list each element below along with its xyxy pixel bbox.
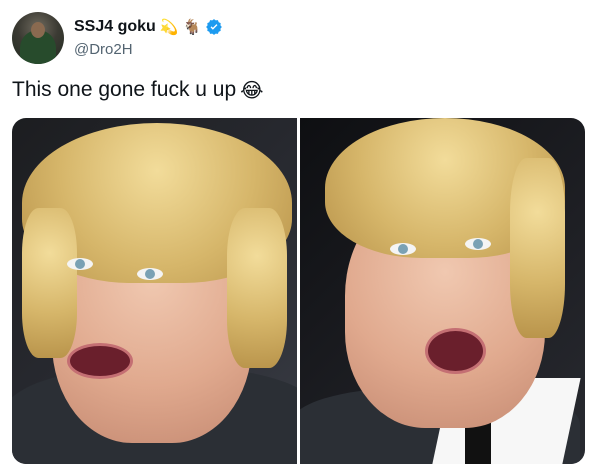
photo-left[interactable] bbox=[12, 118, 297, 464]
eye-left bbox=[67, 258, 93, 270]
tears-of-joy-icon: 😂 bbox=[240, 77, 264, 102]
eye-left bbox=[390, 243, 416, 255]
avatar-face bbox=[31, 22, 45, 38]
user-handle[interactable]: @Dro2H bbox=[74, 41, 133, 58]
mouth bbox=[67, 343, 133, 379]
mouth bbox=[425, 328, 486, 374]
avatar[interactable] bbox=[12, 12, 64, 64]
tweet-text: This one gone fuck u up 😂 bbox=[12, 77, 264, 102]
dizzy-icon: 💫 bbox=[159, 17, 179, 36]
verified-badge-icon bbox=[206, 19, 223, 35]
tweet-media[interactable] bbox=[12, 118, 585, 464]
name-row: SSJ4 goku 💫 🐐 bbox=[74, 18, 223, 36]
tweet-header: SSJ4 goku 💫 🐐 @Dro2H bbox=[12, 12, 587, 66]
goat-icon: 🐐 bbox=[182, 17, 202, 36]
display-name[interactable]: SSJ4 goku bbox=[74, 18, 156, 36]
eye-right bbox=[465, 238, 491, 250]
tweet-body: This one gone fuck u up bbox=[12, 78, 237, 101]
hair-side-right bbox=[510, 158, 565, 338]
hair-side-right bbox=[227, 208, 287, 368]
hair-side-left bbox=[22, 208, 77, 358]
photo-right[interactable] bbox=[300, 118, 585, 464]
eye-right bbox=[137, 268, 163, 280]
